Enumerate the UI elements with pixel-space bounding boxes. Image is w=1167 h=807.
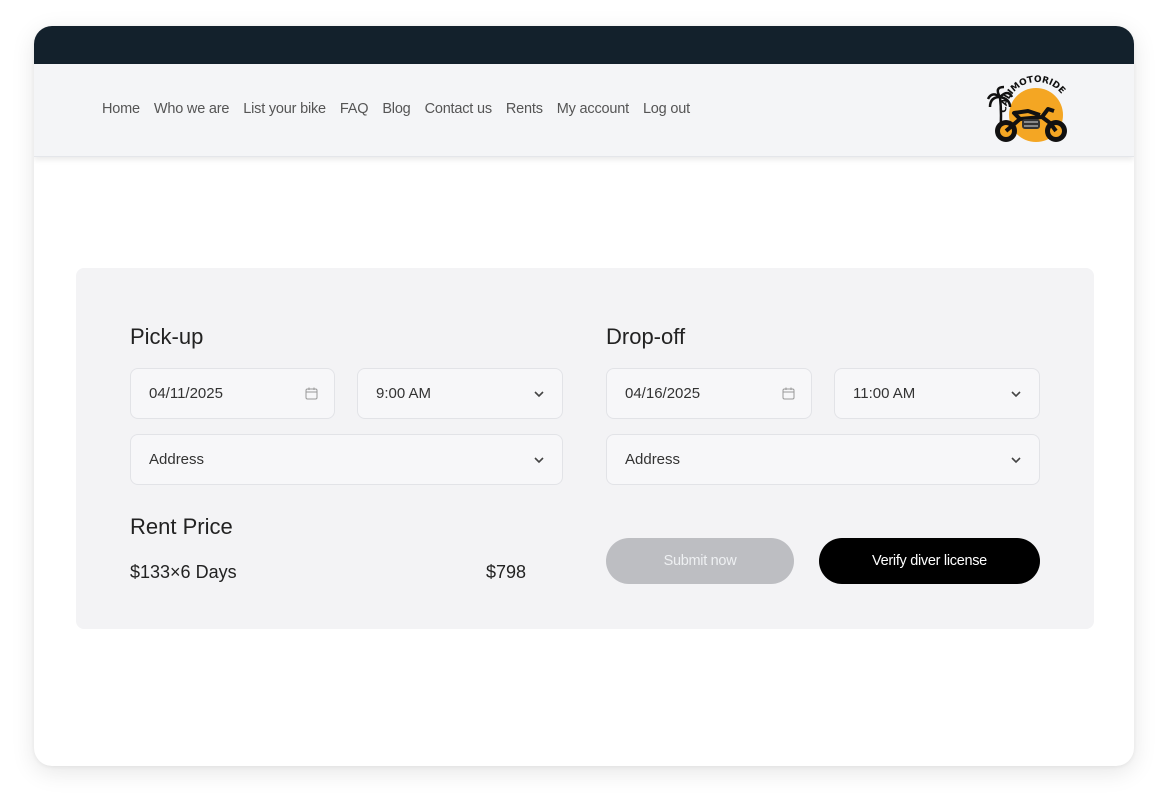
nav-link-who-we-are[interactable]: Who we are bbox=[154, 101, 230, 117]
nav-link-home[interactable]: Home bbox=[102, 101, 140, 117]
nav-link-log-out[interactable]: Log out bbox=[643, 101, 690, 117]
pickup-title: Pick-up bbox=[130, 324, 204, 349]
rent-price-title: Rent Price bbox=[130, 514, 233, 539]
verify-license-button[interactable]: Verify diver license bbox=[819, 538, 1040, 584]
nav-link-list-your-bike[interactable]: List your bike bbox=[243, 101, 326, 117]
nav-link-my-account[interactable]: My account bbox=[557, 101, 629, 117]
nav-link-rents[interactable]: Rents bbox=[506, 101, 543, 117]
dropoff-time-select[interactable]: 11:00 AM bbox=[834, 368, 1040, 419]
dropoff-date-input[interactable]: 04/16/2025 bbox=[606, 368, 812, 419]
rent-breakdown: $133×6 Days bbox=[130, 562, 237, 582]
dropoff-time-value: 11:00 AM bbox=[853, 385, 916, 402]
browser-window: Home Who we are List your bike FAQ Blog … bbox=[34, 26, 1134, 766]
dropoff-title: Drop-off bbox=[606, 324, 686, 349]
rent-total: $798 bbox=[486, 562, 527, 582]
dropoff-address-select[interactable]: Address bbox=[606, 434, 1040, 485]
pickup-time-select[interactable]: 9:00 AM bbox=[357, 368, 563, 419]
nav-link-contact-us[interactable]: Contact us bbox=[425, 101, 493, 117]
pickup-date-input[interactable]: 04/11/2025 bbox=[130, 368, 335, 419]
pickup-address-select[interactable]: Address bbox=[130, 434, 563, 485]
nav-link-faq[interactable]: FAQ bbox=[340, 101, 369, 117]
chevron-down-icon bbox=[532, 387, 546, 401]
chevron-down-icon bbox=[1009, 453, 1023, 467]
pickup-date-value: 04/11/2025 bbox=[149, 385, 223, 402]
calendar-icon bbox=[781, 387, 795, 401]
nav-link-blog[interactable]: Blog bbox=[382, 101, 410, 117]
navbar: Home Who we are List your bike FAQ Blog … bbox=[34, 64, 1134, 157]
chevron-down-icon bbox=[532, 453, 546, 467]
nav-links: Home Who we are List your bike FAQ Blog … bbox=[102, 101, 690, 117]
pickup-address-placeholder: Address bbox=[149, 451, 205, 468]
booking-card: Pick-up 04/11/2025 9:00 AM Address Drop-… bbox=[76, 268, 1094, 629]
submit-button[interactable]: Submit now bbox=[606, 538, 794, 584]
pickup-time-value: 9:00 AM bbox=[376, 385, 432, 402]
top-bar bbox=[34, 26, 1134, 64]
dropoff-address-placeholder: Address bbox=[625, 451, 681, 468]
calimotoride-logo[interactable]: CALIMOTORIDE bbox=[984, 75, 1080, 147]
dropoff-date-value: 04/16/2025 bbox=[625, 385, 701, 402]
chevron-down-icon bbox=[1009, 387, 1023, 401]
calendar-icon bbox=[304, 387, 318, 401]
